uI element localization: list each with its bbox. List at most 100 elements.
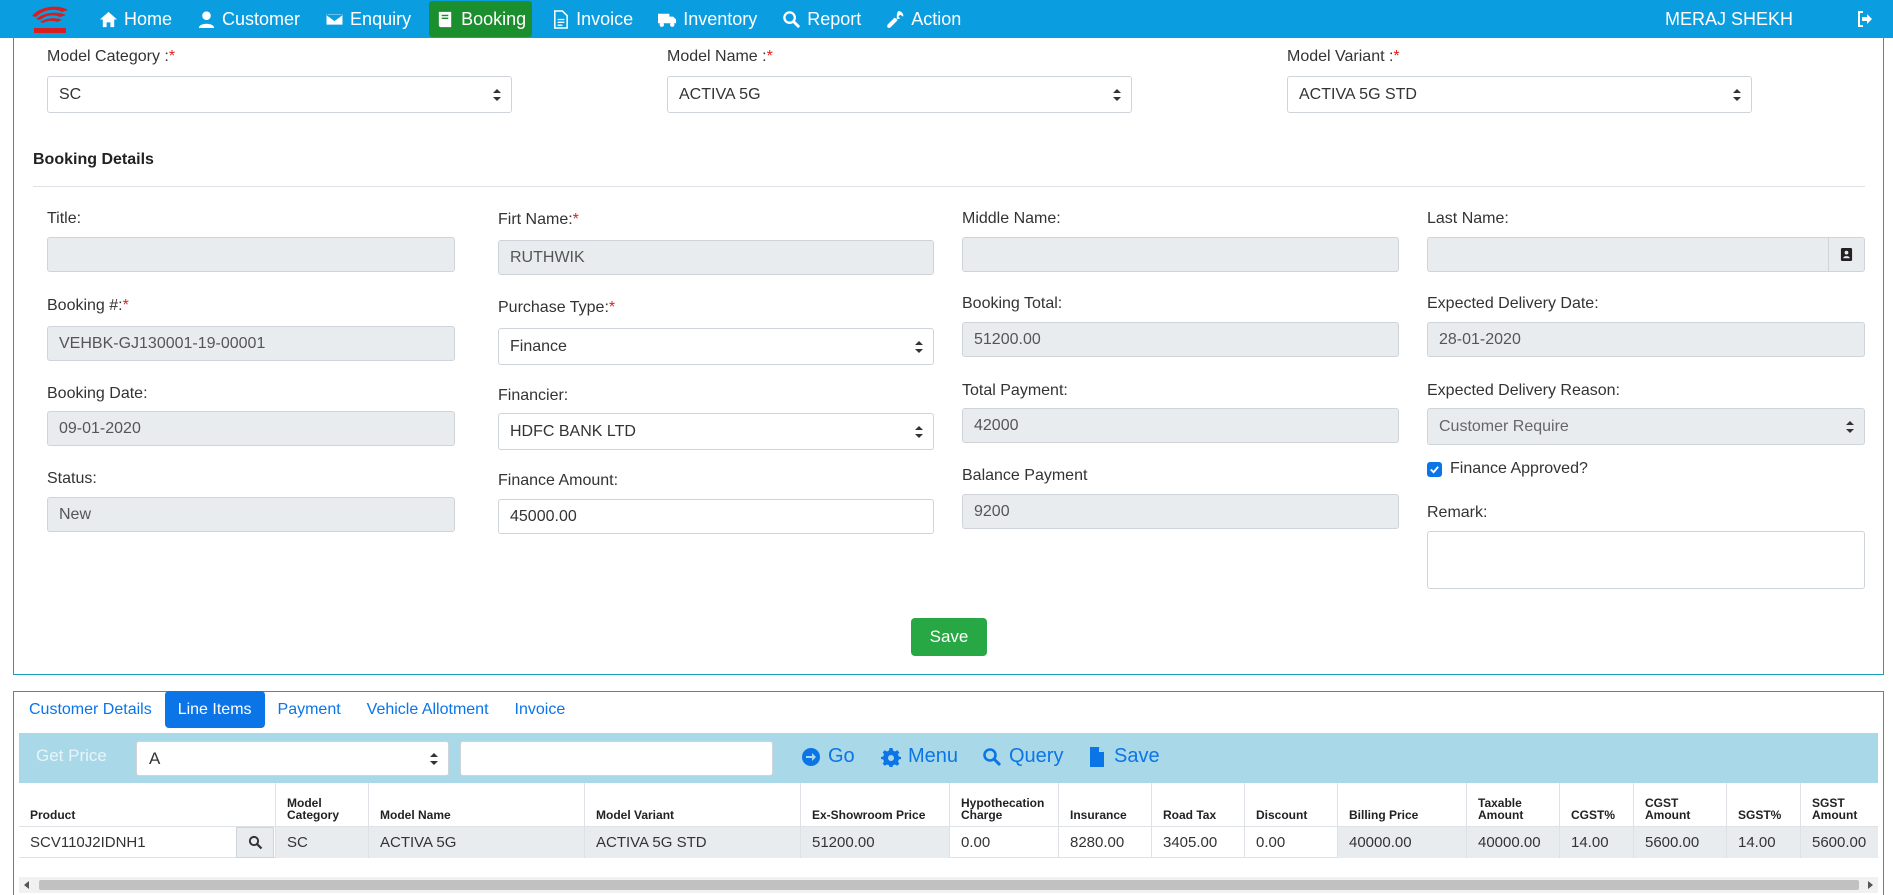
tab-line-items[interactable]: Line Items: [164, 691, 265, 728]
col-sgst-amount[interactable]: SGST Amount: [1800, 783, 1878, 827]
gear-icon: [881, 747, 901, 767]
delivery-reason-value: Customer Require: [1439, 417, 1569, 435]
col-sgst-pct[interactable]: SGST%: [1726, 783, 1800, 827]
title-label: Title:: [47, 210, 82, 227]
cell-road-tax[interactable]: 3405.00: [1151, 827, 1244, 858]
nav-inventory-label: Inventory: [683, 8, 758, 29]
first-name-field[interactable]: RUTHWIK: [498, 240, 934, 275]
logout-icon[interactable]: [1855, 9, 1875, 29]
title-field[interactable]: [47, 237, 455, 272]
model-name-select[interactable]: ACTIVA 5G: [667, 76, 1132, 113]
search-icon: [781, 9, 801, 29]
nav-home-label: Home: [124, 8, 173, 29]
booking-total-label: Booking Total:: [962, 295, 1063, 312]
finance-amount-label: Finance Amount:: [498, 472, 619, 489]
model-category-label: Model Category :*: [47, 48, 176, 65]
model-variant-select[interactable]: ACTIVA 5G STD: [1287, 76, 1752, 113]
tab-customer-details[interactable]: Customer Details: [16, 691, 165, 728]
financier-select[interactable]: HDFC BANK LTD: [498, 413, 934, 450]
user-icon: [196, 9, 216, 29]
total-payment-field[interactable]: 42000: [962, 408, 1399, 443]
product-search-button[interactable]: [236, 827, 274, 858]
table-row[interactable]: SCV110J2IDNH1 SC ACTIVA 5G ACTIVA 5G STD…: [19, 827, 1878, 858]
select-caret-icon: [493, 89, 501, 101]
finance-approved-checkbox[interactable]: [1427, 462, 1442, 477]
nav-customer-label: Customer: [222, 8, 301, 29]
contact-book-button[interactable]: [1828, 237, 1865, 272]
financier-label: Financier:: [498, 387, 569, 404]
status-field[interactable]: New: [47, 497, 455, 532]
menu-label: Menu: [908, 745, 959, 767]
first-name-label: Firt Name:*: [498, 211, 579, 228]
col-ex-showroom[interactable]: Ex-Showroom Price: [800, 783, 949, 827]
col-insurance[interactable]: Insurance: [1058, 783, 1151, 827]
select-caret-icon: [430, 753, 438, 765]
select-caret-icon: [1733, 89, 1741, 101]
col-model-variant[interactable]: Model Variant: [584, 783, 800, 827]
delivery-reason-label: Expected Delivery Reason:: [1427, 382, 1620, 399]
purchase-type-select[interactable]: Finance: [498, 328, 934, 365]
cell-insurance[interactable]: 8280.00: [1058, 827, 1151, 858]
search-input[interactable]: [460, 741, 773, 776]
col-model-category[interactable]: Model Category: [275, 783, 368, 827]
price-type-select[interactable]: A: [136, 741, 449, 776]
col-discount[interactable]: Discount: [1244, 783, 1337, 827]
tab-payment[interactable]: Payment: [265, 691, 354, 728]
scrollbar-thumb[interactable]: [39, 880, 1859, 890]
menu-button[interactable]: Menu: [881, 745, 958, 768]
tab-vehicle-allotment[interactable]: Vehicle Allotment: [354, 691, 502, 728]
booking-date-field[interactable]: 09-01-2020: [47, 411, 455, 446]
cell-product[interactable]: SCV110J2IDNH1: [19, 827, 236, 858]
query-button[interactable]: Query: [982, 745, 1063, 768]
cell-hypothecation[interactable]: 0.00: [949, 827, 1058, 858]
remark-textarea[interactable]: [1427, 531, 1865, 589]
scroll-right-icon[interactable]: [1866, 881, 1874, 889]
tab-invoice[interactable]: Invoice: [502, 691, 579, 728]
horizontal-scrollbar[interactable]: [19, 877, 1878, 893]
balance-payment-label: Balance Payment: [962, 467, 1088, 484]
detail-tabs: Customer Details Line Items Payment Vehi…: [16, 691, 578, 728]
line-items-toolbar: Get Price A Go Menu Query Save: [19, 733, 1878, 783]
file-icon: [1090, 746, 1104, 767]
toolbar-save-button[interactable]: Save: [1087, 745, 1160, 768]
middle-name-label: Middle Name:: [962, 210, 1061, 227]
arrow-circle-right-icon: [802, 747, 820, 766]
model-variant-value: ACTIVA 5G STD: [1299, 85, 1417, 103]
col-hypothecation[interactable]: Hypothecation Charge: [949, 783, 1058, 827]
save-button[interactable]: Save: [911, 618, 987, 656]
price-type-value: A: [149, 748, 161, 768]
cell-model-name: ACTIVA 5G: [368, 827, 584, 858]
col-cgst-amount[interactable]: CGST Amount: [1633, 783, 1726, 827]
middle-name-field[interactable]: [962, 237, 1399, 272]
finance-amount-field[interactable]: 45000.00: [498, 499, 934, 534]
booking-total-field[interactable]: 51200.00: [962, 322, 1399, 357]
col-product[interactable]: Product: [19, 783, 275, 827]
check-icon: [1430, 466, 1439, 474]
col-billing-price[interactable]: Billing Price: [1337, 783, 1466, 827]
expected-delivery-field[interactable]: 28-01-2020: [1427, 322, 1865, 357]
go-button[interactable]: Go: [801, 745, 855, 768]
scroll-left-icon[interactable]: [23, 881, 31, 889]
address-book-icon: [1840, 248, 1853, 261]
purchase-type-label: Purchase Type:*: [498, 299, 616, 316]
cell-discount[interactable]: 0.00: [1244, 827, 1337, 858]
cell-sgst-pct: 14.00: [1726, 827, 1800, 858]
col-road-tax[interactable]: Road Tax: [1151, 783, 1244, 827]
booking-no-field[interactable]: VEHBK-GJ130001-19-00001: [47, 326, 455, 361]
select-caret-icon: [915, 426, 923, 438]
model-name-value: ACTIVA 5G: [679, 85, 761, 103]
last-name-field[interactable]: [1427, 237, 1829, 272]
col-cgst-pct[interactable]: CGST%: [1559, 783, 1633, 827]
table-header: Product Model Category Model Name Model …: [19, 783, 1878, 827]
delivery-reason-select[interactable]: Customer Require: [1427, 408, 1865, 445]
total-payment-label: Total Payment:: [962, 382, 1068, 399]
truck-icon: [657, 9, 677, 29]
col-model-name[interactable]: Model Name: [368, 783, 584, 827]
get-price-label: Get Price: [36, 746, 107, 765]
expected-delivery-label: Expected Delivery Date:: [1427, 295, 1599, 312]
col-taxable-amount[interactable]: Taxable Amount: [1466, 783, 1559, 827]
booking-details-title: Booking Details: [33, 151, 154, 168]
envelope-icon: [324, 9, 344, 29]
balance-payment-field[interactable]: 9200: [962, 494, 1399, 529]
model-category-select[interactable]: SC: [47, 76, 512, 113]
